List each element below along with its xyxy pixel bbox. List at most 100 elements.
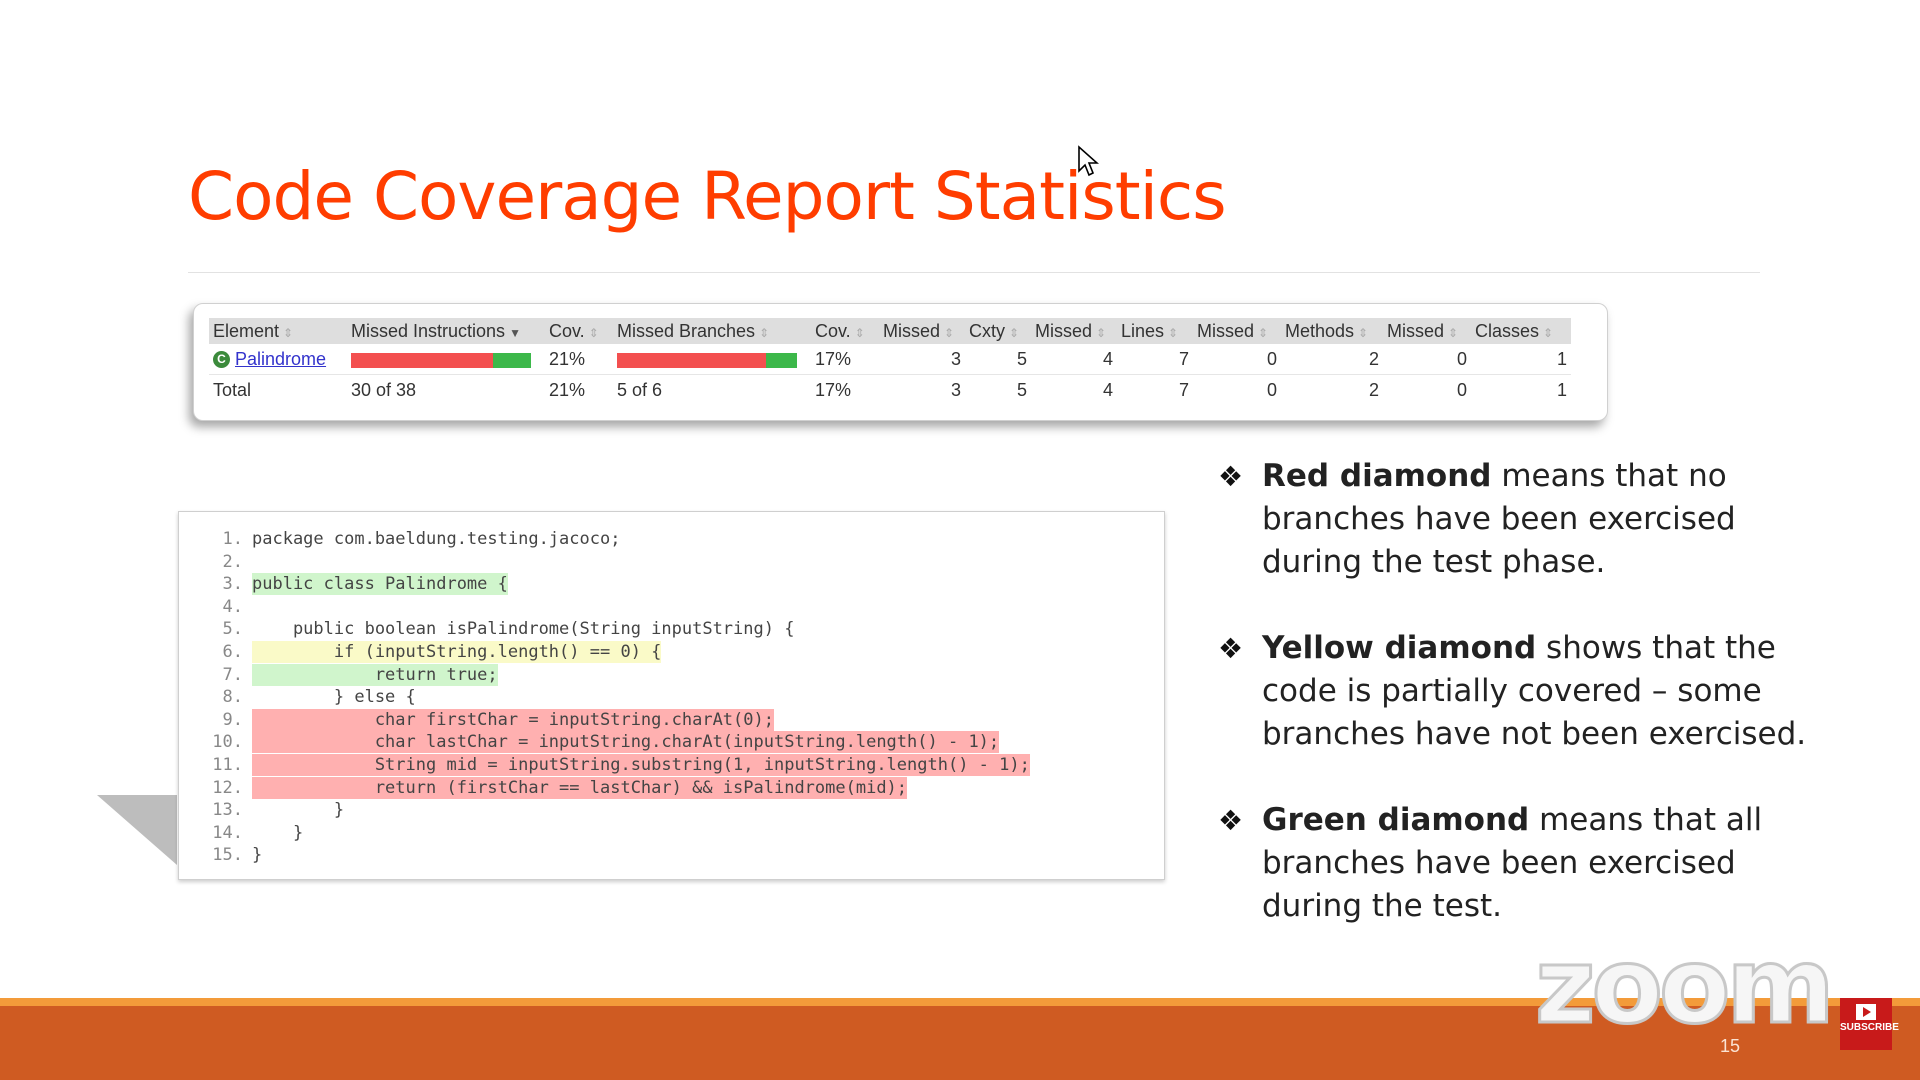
sort-icon: ⇕	[1168, 325, 1179, 340]
line-number: 14.	[212, 822, 243, 843]
missed-fill	[617, 353, 766, 369]
line-number: 12.	[212, 777, 243, 798]
instructions-coverage-bar	[351, 352, 531, 369]
lines-missed-cell: 4	[1102, 348, 1113, 369]
play-icon	[1856, 1004, 1876, 1020]
code-text: }	[252, 800, 345, 821]
code-line: 7. return true;	[179, 663, 1164, 686]
code-line: 5. public boolean isPalindrome(String in…	[179, 618, 1164, 640]
line-number: 1.	[222, 529, 243, 549]
code-text: return (firstChar == lastChar) && isPali…	[252, 776, 908, 799]
code-line: 12. return (firstChar == lastChar) && is…	[179, 776, 1164, 799]
total-branches-cov: 17%	[811, 374, 879, 405]
sort-icon: ⇕	[1096, 325, 1107, 340]
code-text: char lastChar = inputString.charAt(input…	[252, 731, 1000, 754]
sort-icon: ⇕	[1543, 325, 1554, 340]
col-element[interactable]: Element ⇕	[209, 318, 347, 344]
instructions-bar-cell	[347, 344, 545, 375]
line-number: 11.	[212, 755, 243, 775]
col-lines[interactable]: Lines ⇕	[1117, 318, 1193, 344]
methods-missed-cell: 0	[1266, 348, 1277, 369]
col-lines-missed[interactable]: Missed ⇕	[1031, 318, 1117, 344]
code-text: if (inputString.length() == 0) {	[252, 641, 662, 663]
line-number: 2.	[222, 551, 243, 572]
diamond-bullet-icon: ❖	[1218, 632, 1244, 665]
line-number: 13.	[212, 800, 243, 821]
col-missed-branches[interactable]: Missed Branches ⇕	[613, 318, 811, 344]
col-cxty[interactable]: Cxty ⇕	[965, 318, 1031, 344]
cxty-cell: 5	[1016, 348, 1027, 369]
coverage-report-panel: Element ⇕ Missed Instructions ▼ Cov. ⇕ Miss…	[193, 303, 1608, 421]
line-number: 8.	[222, 687, 243, 708]
class-icon: C	[213, 351, 230, 369]
sort-icon: ⇕	[588, 325, 599, 340]
code-line: 11. String mid = inputString.substring(1…	[179, 754, 1164, 776]
total-cxty-missed: 3	[879, 374, 965, 405]
coverage-table: Element ⇕ Missed Instructions ▼ Cov. ⇕ Miss…	[209, 318, 1571, 405]
code-line: 15.}	[179, 844, 1164, 866]
line-number: 9.	[222, 709, 243, 730]
code-text: package com.baeldung.testing.jacoco;	[252, 529, 621, 549]
code-text: public boolean isPalindrome(String input…	[252, 619, 795, 640]
code-line: 1. package com.baeldung.testing.jacoco;	[179, 528, 1164, 550]
sort-icon: ⇕	[1358, 325, 1369, 340]
code-text: } else {	[252, 687, 416, 708]
total-methods-missed: 0	[1193, 374, 1281, 405]
code-line: 10. char lastChar = inputString.charAt(i…	[179, 731, 1164, 754]
code-line: 8. } else {	[179, 686, 1164, 708]
diamond-bullet-icon: ❖	[1218, 460, 1244, 493]
classes-missed-cell: 0	[1456, 348, 1467, 369]
sort-icon: ⇕	[283, 325, 294, 340]
code-text: }	[252, 822, 304, 843]
total-lines-missed: 4	[1031, 374, 1117, 405]
code-line: 14. }	[179, 822, 1164, 844]
total-classes: 1	[1471, 374, 1571, 405]
total-instructions: 30 of 38	[347, 374, 545, 405]
col-classes-missed[interactable]: Missed ⇕	[1383, 318, 1471, 344]
sort-icon: ⇕	[1009, 325, 1020, 340]
code-panel-shadow	[97, 795, 177, 865]
classes-cell: 1	[1556, 348, 1567, 369]
zoom-watermark: zoom	[1534, 924, 1837, 1049]
element-link-palindrome[interactable]: Palindrome	[235, 349, 326, 369]
title-divider	[188, 272, 1760, 273]
branches-cov-cell: 17%	[815, 348, 852, 369]
line-number: 4.	[222, 596, 243, 617]
col-methods-missed[interactable]: Missed ⇕	[1193, 318, 1281, 344]
col-instructions-cov[interactable]: Cov. ⇕	[545, 318, 613, 344]
code-line: 13. }	[179, 799, 1164, 821]
instructions-cov-cell: 21%	[549, 348, 586, 369]
code-text: public class Palindrome {	[252, 573, 508, 596]
line-number: 10.	[212, 732, 243, 753]
line-number: 5.	[222, 619, 243, 640]
code-line: 2.	[179, 551, 1164, 573]
total-instructions-cov: 21%	[545, 374, 613, 405]
sort-desc-icon: ▼	[509, 325, 521, 340]
lines-cell: 7	[1178, 348, 1189, 369]
total-methods: 2	[1281, 374, 1383, 405]
bullet-red-diamond: ❖ Red diamond means that no branches have…	[1218, 455, 1838, 584]
line-number: 7.	[222, 664, 243, 685]
col-branches-cov[interactable]: Cov. ⇕	[811, 318, 879, 344]
line-number: 6.	[222, 642, 243, 662]
col-classes[interactable]: Classes ⇕	[1471, 318, 1571, 344]
total-classes-missed: 0	[1383, 374, 1471, 405]
bullet-green-diamond: ❖ Green diamond means that all branches h…	[1218, 799, 1838, 928]
covered-fill	[493, 353, 531, 369]
subscribe-button[interactable]: SUBSCRIBE	[1840, 998, 1899, 1050]
code-text: String mid = inputString.substring(1, in…	[252, 754, 1030, 776]
total-lines: 7	[1117, 374, 1193, 405]
col-cxty-missed[interactable]: Missed ⇕	[879, 318, 965, 344]
col-missed-instructions[interactable]: Missed Instructions ▼	[347, 318, 545, 344]
code-line: 6. if (inputString.length() == 0) {	[179, 641, 1164, 663]
table-row: C Palindrome 21% 17% 3 5 4 7 0 2 0 1	[209, 344, 1571, 375]
code-line: 9. char firstChar = inputString.charAt(0…	[179, 708, 1164, 731]
bullet-bold-term: Yellow diamond	[1262, 630, 1537, 666]
sort-icon: ⇕	[1258, 325, 1269, 340]
line-number: 3.	[222, 574, 243, 595]
slide-title: Code Coverage Report Statistics	[188, 158, 1227, 235]
coverage-header-row: Element ⇕ Missed Instructions ▼ Cov. ⇕ Miss…	[209, 318, 1571, 344]
sort-icon: ⇕	[854, 325, 865, 340]
legend-bullets: ❖ Red diamond means that no branches have…	[1218, 455, 1838, 971]
col-methods[interactable]: Methods ⇕	[1281, 318, 1383, 344]
